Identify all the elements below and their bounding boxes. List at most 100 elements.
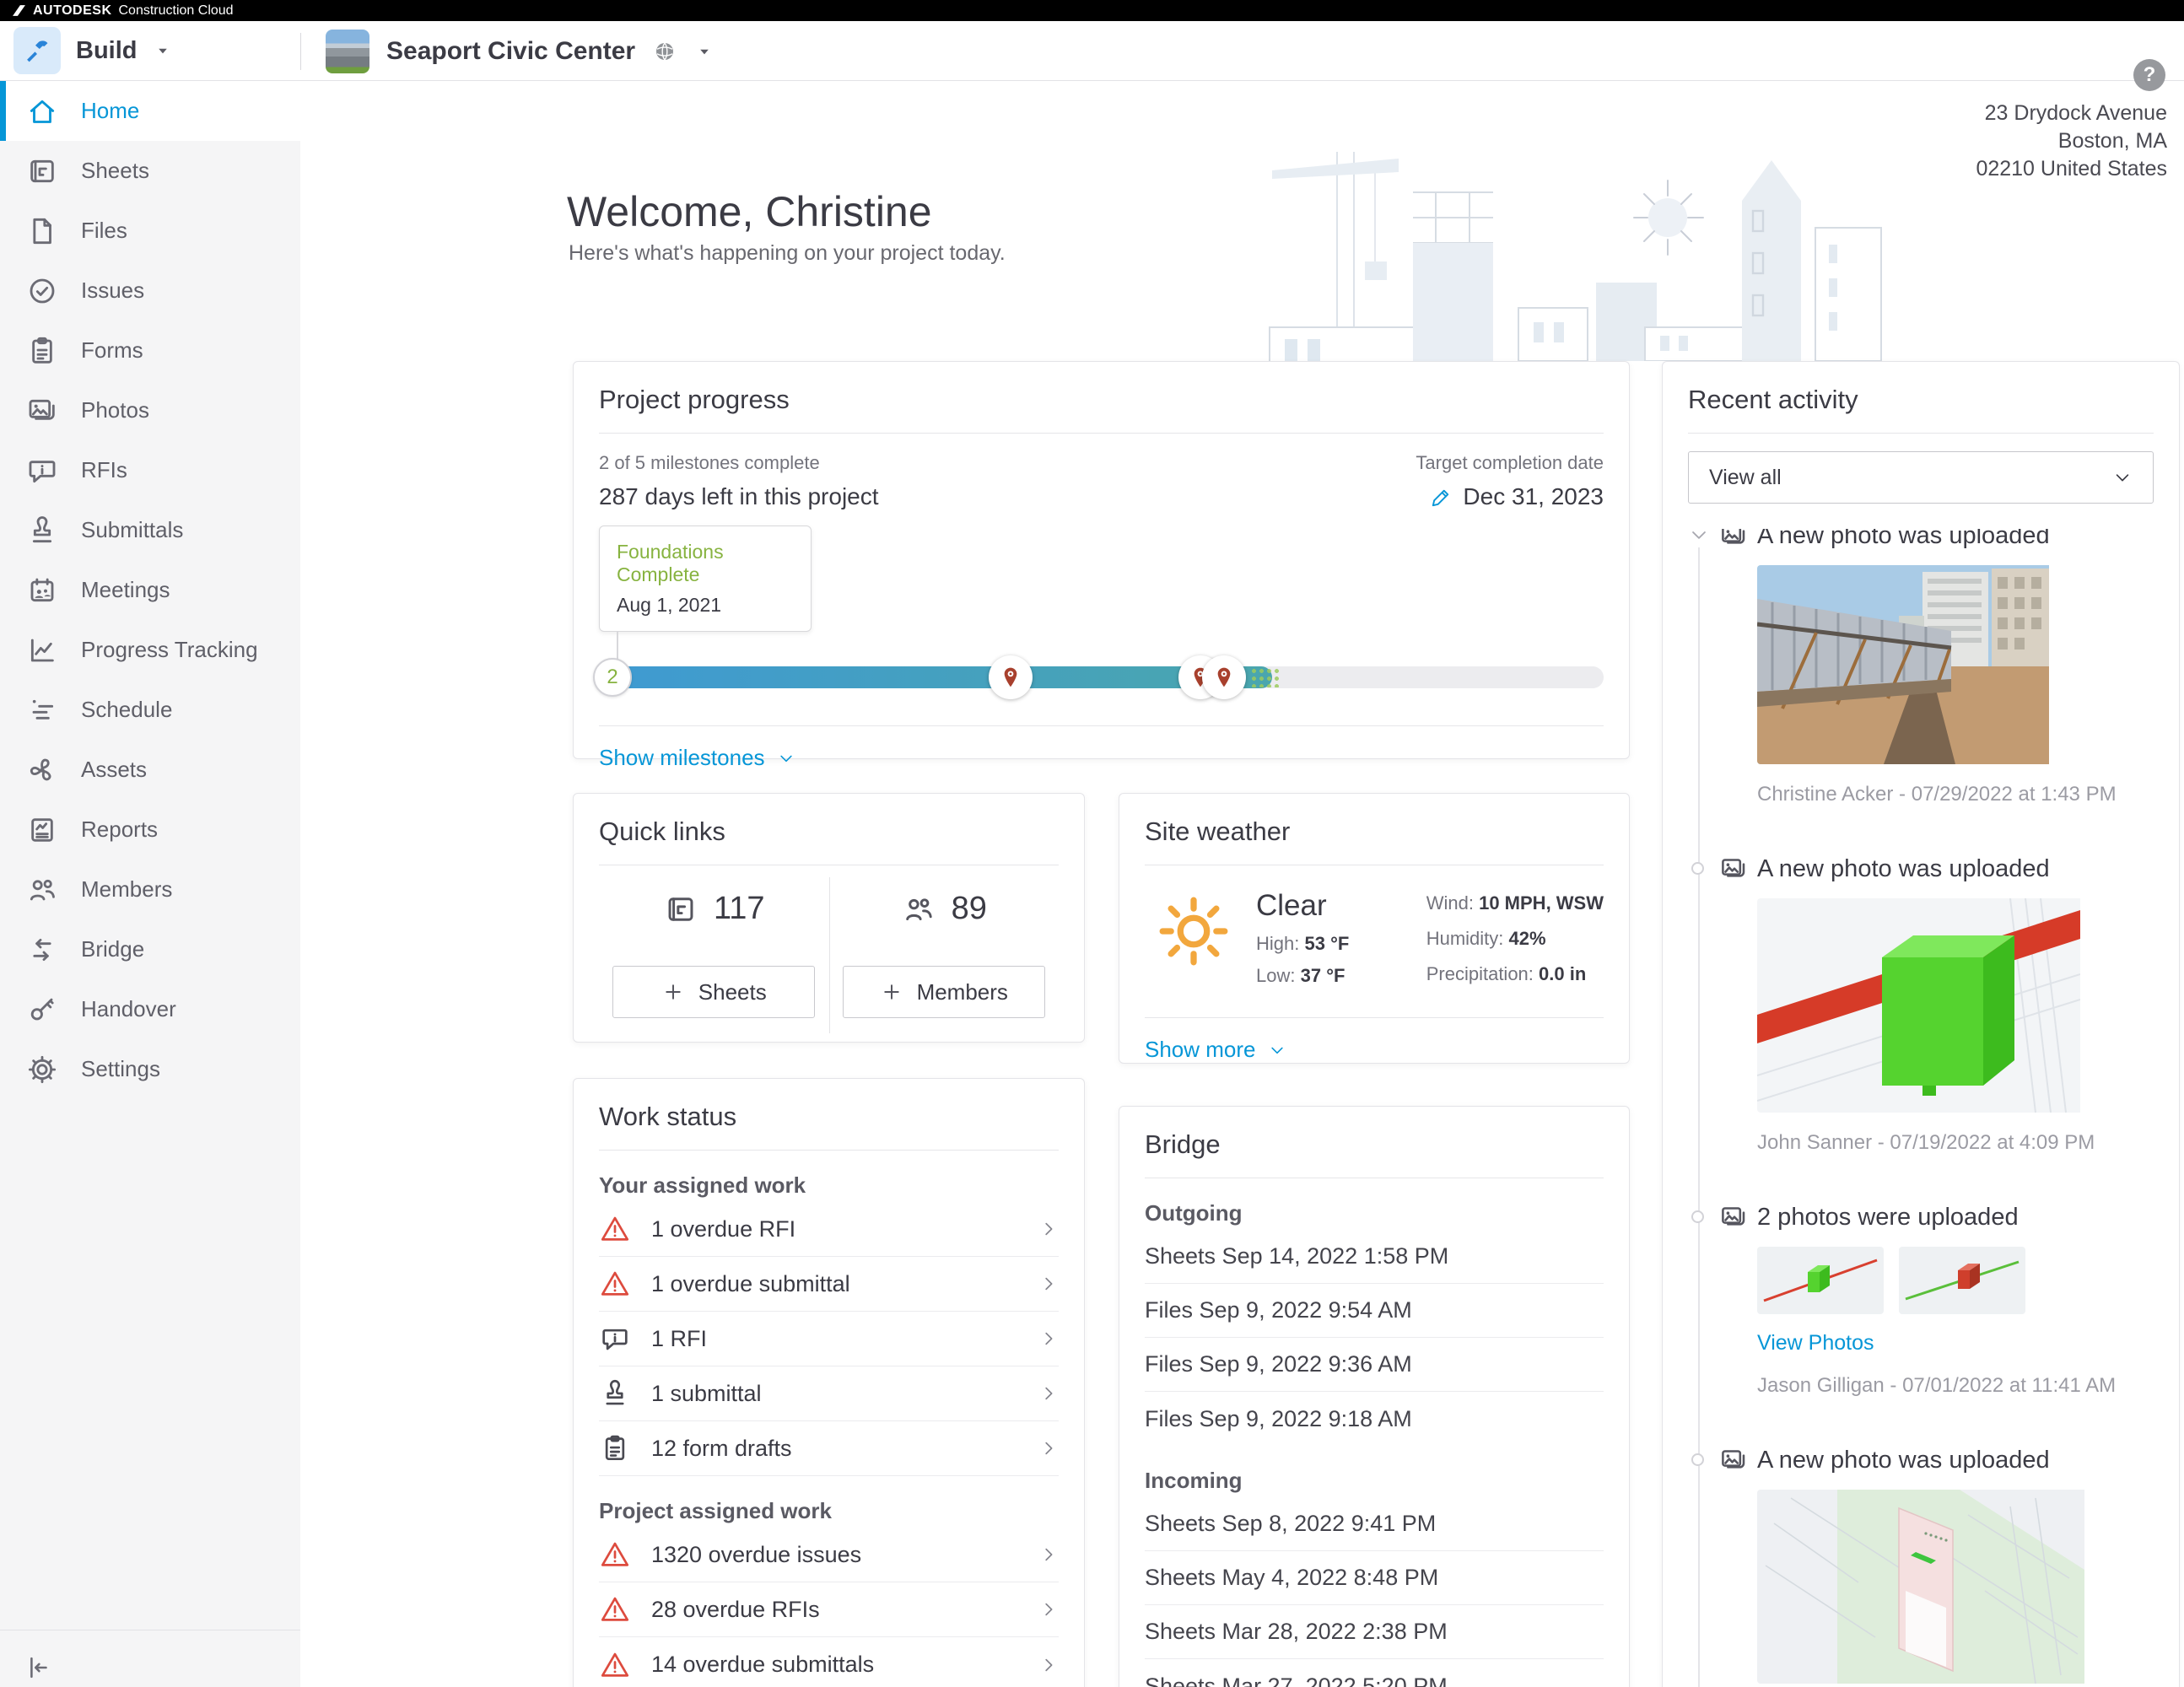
- sidebar-item-members[interactable]: Members: [0, 860, 300, 919]
- project-switcher[interactable]: Seaport Civic Center: [326, 30, 715, 73]
- home-icon: [25, 94, 59, 128]
- progress-tracking-icon: [25, 633, 59, 667]
- assets-icon: [25, 753, 59, 787]
- bridge-card: Bridge Outgoing Sheets Sep 14, 2022 1:58…: [1119, 1106, 1630, 1687]
- sidebar-item-schedule[interactable]: Schedule: [0, 680, 300, 740]
- bridge-row[interactable]: Files Sep 9, 2022 9:18 AM: [1145, 1392, 1604, 1446]
- bridge-row[interactable]: Sheets Sep 8, 2022 9:41 PM: [1145, 1497, 1604, 1551]
- card-title: Quick links: [599, 794, 1059, 865]
- activity-item: A new photo was uploaded: [1688, 855, 2154, 1155]
- milestones-summary: 2 of 5 milestones complete: [599, 452, 879, 474]
- bridge-row[interactable]: Sheets Mar 28, 2022 2:38 PM: [1145, 1605, 1604, 1659]
- photo-upload-icon: [1718, 854, 1749, 884]
- card-title: Work status: [599, 1079, 1059, 1150]
- section-heading: Incoming: [1145, 1468, 1604, 1494]
- work-status-row[interactable]: 1320 overdue issues: [599, 1528, 1059, 1582]
- sidebar-item-sheets[interactable]: Sheets: [0, 141, 300, 201]
- sidebar-item-home[interactable]: Home: [0, 81, 300, 141]
- photo-upload-icon: [1718, 1445, 1749, 1475]
- show-milestones-link[interactable]: Show milestones: [599, 726, 795, 790]
- globe-icon: [652, 39, 677, 64]
- work-status-row[interactable]: 1 overdue RFI: [599, 1202, 1059, 1257]
- help-button[interactable]: ?: [2133, 59, 2165, 91]
- bridge-row[interactable]: Sheets Sep 14, 2022 1:58 PM: [1145, 1230, 1604, 1284]
- submittals-icon: [25, 514, 59, 547]
- work-status-row[interactable]: 1 submittal: [599, 1366, 1059, 1421]
- card-title: Site weather: [1145, 794, 1604, 865]
- work-status-card: Work status Your assigned work 1 overdue…: [573, 1078, 1085, 1687]
- brand-suffix: Construction Cloud: [119, 3, 234, 19]
- chevron-right-icon: [1038, 1438, 1059, 1458]
- chevron-right-icon: [1038, 1329, 1059, 1349]
- sidebar-item-files[interactable]: Files: [0, 201, 300, 261]
- work-status-row[interactable]: 1 RFI: [599, 1312, 1059, 1366]
- humidity-value: 42%: [1509, 928, 1546, 949]
- form-icon: [599, 1432, 631, 1464]
- activity-filter-select[interactable]: View all: [1688, 451, 2154, 504]
- sidebar-item-reports[interactable]: Reports: [0, 800, 300, 860]
- timeline-chevron-icon[interactable]: [1688, 529, 1710, 546]
- warning-icon: [599, 1268, 631, 1300]
- brand-name: AUTODESK: [33, 3, 112, 19]
- edit-pencil-icon[interactable]: [1430, 486, 1453, 509]
- sidebar-item-settings[interactable]: Settings: [0, 1039, 300, 1099]
- product-switcher[interactable]: Build: [13, 26, 173, 75]
- show-more-link[interactable]: Show more: [1145, 1018, 1286, 1081]
- add-members-button[interactable]: Members: [843, 966, 1045, 1018]
- add-sheets-button[interactable]: Sheets: [612, 966, 815, 1018]
- activity-photo-bim-panel[interactable]: [1757, 1490, 2154, 1684]
- chevron-right-icon: [1038, 1219, 1059, 1239]
- build-product-icon: [13, 27, 61, 74]
- milestone-tooltip: Foundations Complete Aug 1, 2021: [599, 526, 812, 632]
- milestone-start-marker: 2: [593, 658, 632, 697]
- sidebar-item-assets[interactable]: Assets: [0, 740, 300, 800]
- bridge-row[interactable]: Sheets Mar 27, 2022 5:20 PM: [1145, 1659, 1604, 1687]
- bridge-row[interactable]: Sheets May 4, 2022 8:48 PM: [1145, 1551, 1604, 1605]
- page-title: Welcome, Christine: [567, 187, 932, 236]
- photos-icon: [25, 394, 59, 428]
- activity-thumb-red-model[interactable]: [1899, 1247, 2025, 1314]
- warning-icon: [599, 1593, 631, 1625]
- sidebar-item-submittals[interactable]: Submittals: [0, 500, 300, 560]
- milestone-date: Aug 1, 2021: [617, 594, 794, 617]
- sidebar-item-photos[interactable]: Photos: [0, 380, 300, 440]
- sidebar-item-handover[interactable]: Handover: [0, 979, 300, 1039]
- work-status-row[interactable]: 28 overdue RFIs: [599, 1582, 1059, 1637]
- photo-upload-icon: [1718, 1202, 1749, 1232]
- activity-caption: Christine Acker - 07/29/2022 at 1:43 PM: [1757, 783, 2154, 806]
- divider: [1688, 433, 2154, 434]
- sidebar-item-forms[interactable]: Forms: [0, 321, 300, 380]
- sidebar-item-rfis[interactable]: RFIs: [0, 440, 300, 500]
- activity-caption: John Sanner - 07/19/2022 at 4:09 PM: [1757, 1131, 2154, 1155]
- sidebar-item-progress-tracking[interactable]: Progress Tracking: [0, 620, 300, 680]
- sidebar-item-meetings[interactable]: Meetings: [0, 560, 300, 620]
- recent-activity-panel: Recent activity View all A new photo was…: [1662, 361, 2180, 1687]
- work-status-row[interactable]: 1 overdue submittal: [599, 1257, 1059, 1312]
- view-photos-link[interactable]: View Photos: [1757, 1331, 1874, 1356]
- sheets-icon: [25, 154, 59, 188]
- bridge-row[interactable]: Files Sep 9, 2022 9:54 AM: [1145, 1284, 1604, 1338]
- divider: [599, 433, 1604, 434]
- files-icon: [25, 214, 59, 248]
- wind-value: 10 MPH, WSW: [1479, 892, 1604, 914]
- chevron-right-icon: [1038, 1655, 1059, 1675]
- work-status-row[interactable]: 14 overdue submittals: [599, 1637, 1059, 1687]
- card-title: Bridge: [1145, 1107, 1604, 1178]
- app-window: AUTODESK Construction Cloud Build Seapor…: [0, 0, 2184, 1687]
- bridge-row[interactable]: Files Sep 9, 2022 9:36 AM: [1145, 1338, 1604, 1392]
- precipitation-value: 0.0 in: [1539, 963, 1586, 984]
- weather-condition: Clear: [1256, 889, 1349, 923]
- sidebar-item-issues[interactable]: Issues: [0, 261, 300, 321]
- sun-icon: [1155, 892, 1232, 970]
- sidebar: Home Sheets Files Issues Forms Photos RF…: [0, 81, 300, 1687]
- plus-icon: [661, 980, 685, 1004]
- activity-photo-model-render[interactable]: [1757, 898, 2154, 1113]
- activity-photo-construction-site[interactable]: [1757, 565, 2154, 764]
- activity-item: A new photo was uploaded: [1688, 1447, 2154, 1687]
- work-status-row[interactable]: 12 form drafts: [599, 1421, 1059, 1476]
- caret-down-icon: [694, 41, 715, 62]
- sidebar-item-bridge[interactable]: Bridge: [0, 919, 300, 979]
- activity-thumb-green-model[interactable]: [1757, 1247, 1884, 1314]
- caret-down-icon: [153, 40, 173, 61]
- collapse-sidebar-icon[interactable]: [22, 1652, 52, 1683]
